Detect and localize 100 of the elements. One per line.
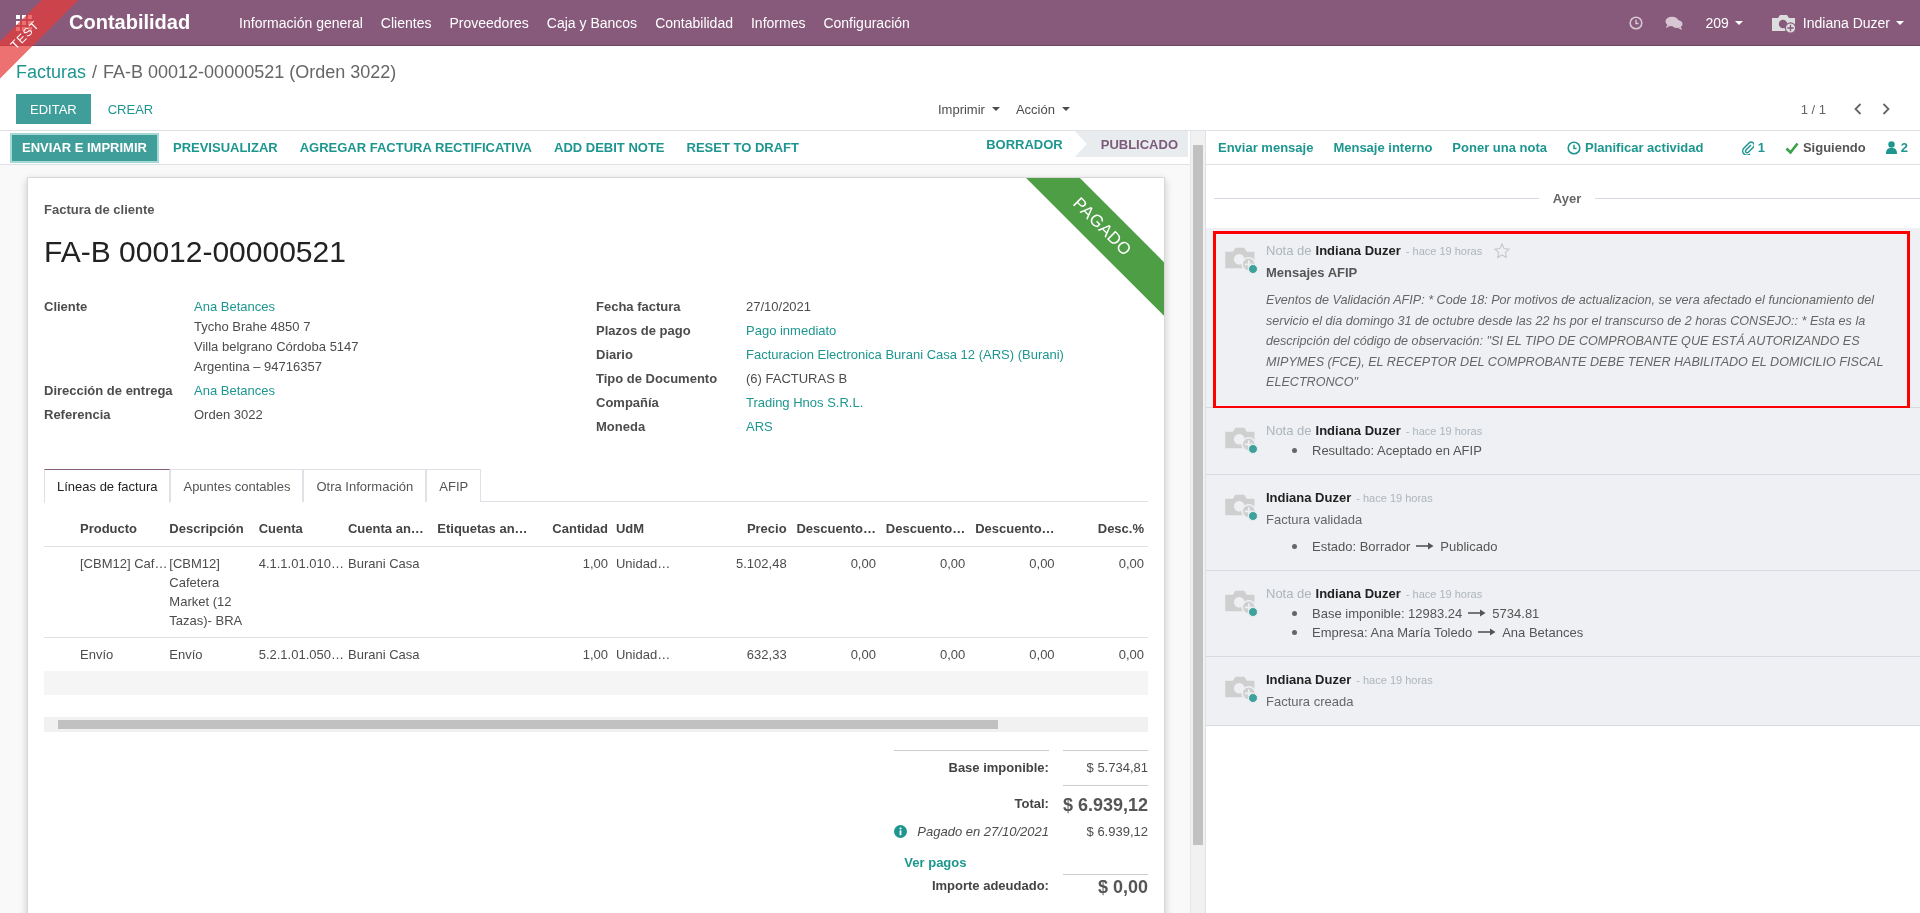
menu-item[interactable]: Contabilidad bbox=[646, 14, 742, 31]
field-link[interactable]: ARS bbox=[746, 419, 773, 434]
link-button[interactable]: RESET TO DRAFT bbox=[676, 134, 809, 161]
menu-item[interactable]: Información general bbox=[230, 14, 372, 31]
activity-clock-icon[interactable] bbox=[1629, 15, 1644, 30]
table-cell: [CBM12] Cafetera Market (12 Tazas)- BRA bbox=[169, 555, 243, 628]
table-cell: Envío bbox=[80, 646, 114, 662]
field-value: 27/10/2021 bbox=[746, 299, 812, 314]
next-icon[interactable] bbox=[1882, 103, 1890, 115]
chatter-button[interactable]: Enviar mensaje bbox=[1218, 140, 1314, 155]
table-cell: Unidad… bbox=[615, 555, 671, 571]
status-step[interactable]: PUBLICADO bbox=[1074, 131, 1188, 157]
tab[interactable]: Apuntes contables bbox=[170, 469, 304, 502]
bullet-icon bbox=[1292, 447, 1297, 453]
field-value: (6) FACTURAS B bbox=[746, 371, 848, 386]
total-value: $ 5.734,81 bbox=[1062, 749, 1148, 775]
message-subject: Mensajes AFIP bbox=[1266, 264, 1359, 282]
field-link[interactable]: Facturacion Electronica Burani Casa 12 (ARS) (Burani) bbox=[746, 347, 1064, 362]
user-icon bbox=[1885, 141, 1897, 154]
field-label: Dirección de entrega bbox=[44, 382, 174, 400]
column-header[interactable]: Producto bbox=[76, 512, 166, 546]
status-step[interactable]: BORRADOR bbox=[976, 131, 1073, 157]
link-button[interactable]: AGREGAR FACTURA RECTIFICATIVA bbox=[289, 134, 542, 161]
table-cell: 0,00 bbox=[939, 555, 966, 571]
column-header[interactable]: Cuenta bbox=[254, 512, 344, 546]
column-header[interactable]: Descuento… bbox=[790, 512, 880, 546]
schedule-activity-button[interactable]: Planificar actividad bbox=[1567, 140, 1704, 155]
menu-item[interactable]: Proveedores bbox=[440, 14, 538, 31]
message-body: Factura validada bbox=[1266, 510, 1364, 529]
company-dropdown[interactable]: 209 bbox=[1705, 14, 1743, 31]
previous-icon[interactable] bbox=[1854, 103, 1862, 115]
change-text: Estado: Borrador bbox=[1312, 537, 1411, 556]
table-cell: 5.102,48 bbox=[736, 555, 787, 571]
dropdown-button[interactable]: Acción bbox=[1007, 94, 1078, 124]
link-button[interactable]: PREVISUALIZAR bbox=[162, 134, 288, 161]
author-name: Indiana Duzer bbox=[1315, 584, 1401, 603]
menu-item[interactable]: Caja y Bancos bbox=[537, 14, 647, 31]
breadcrumb-current: FA-B 00012-00000521 (Orden 3022) bbox=[103, 61, 397, 83]
bullet-icon bbox=[1292, 629, 1297, 635]
table-cell: 5.2.1.01.050… bbox=[258, 646, 344, 662]
table-cell: 0,00 bbox=[1118, 646, 1144, 662]
menu-item[interactable]: Configuración bbox=[814, 14, 919, 31]
column-header[interactable]: Desc.% bbox=[1058, 512, 1148, 546]
total-label: Importe adeudado: bbox=[930, 878, 1049, 893]
column-header[interactable]: Descuento… bbox=[969, 512, 1059, 546]
column-header[interactable]: Cuenta an… bbox=[344, 512, 434, 546]
caret-icon bbox=[991, 107, 1000, 111]
menu-item[interactable]: Informes bbox=[741, 14, 815, 31]
followers-button[interactable]: 2 bbox=[1885, 140, 1908, 155]
chat-icon[interactable] bbox=[1665, 15, 1684, 30]
link-button[interactable]: ADD DEBIT NOTE bbox=[544, 134, 675, 161]
message-body: Eventos de Validación AFIP: * Code 18: Por motivos de actualizacion, se vera afectado el funcionamiento del servicio el dia domingo 31 de octubre desde las 22 hs por el transcurso de 2 horas CONSEJO:: * Esta es la descripción del código de observación: "SI EL TIPO DE COMPROBANTE QUE ESTÁ AUTORIZANDO ES MIPYMES (FCE), EL RECEPTOR DEL COMPROBANTE DEBE TENER HABILITADO EL DOMICILIO FISCAL ELECTRONCO" bbox=[1266, 292, 1885, 391]
field-label: Cliente bbox=[44, 298, 89, 316]
dropdown-button[interactable]: Imprimir bbox=[930, 94, 1008, 124]
field-label: Plazos de pago bbox=[596, 322, 692, 340]
view-payments-link[interactable]: Ver pagos bbox=[894, 846, 967, 874]
author-name: Indiana Duzer bbox=[1315, 421, 1401, 440]
follow-button[interactable]: Siguiendo bbox=[1784, 140, 1866, 155]
attachments-button[interactable]: 1 bbox=[1741, 140, 1765, 155]
horizontal-scrollbar[interactable] bbox=[44, 716, 1148, 732]
message-time: - hace 19 horas bbox=[1405, 423, 1483, 439]
field-label: Moneda bbox=[596, 418, 647, 436]
arrow-icon bbox=[1478, 628, 1497, 636]
edit-button[interactable]: EDITAR bbox=[16, 94, 91, 124]
field-label: Fecha factura bbox=[596, 298, 682, 316]
field-link[interactable]: Trading Hnos S.R.L. bbox=[746, 395, 864, 410]
pager: 1 / 1 bbox=[1800, 101, 1826, 117]
column-header[interactable]: Precio bbox=[701, 512, 791, 546]
bullet-icon bbox=[1292, 610, 1297, 616]
column-header[interactable]: Descuento… bbox=[879, 512, 970, 546]
tab[interactable]: Líneas de factura bbox=[44, 469, 171, 503]
chatter-button[interactable]: Poner una nota bbox=[1452, 140, 1547, 155]
paperclip-icon bbox=[1741, 140, 1754, 155]
table-cell: 632,33 bbox=[746, 646, 787, 662]
table-cell: 1,00 bbox=[582, 646, 608, 662]
star-icon[interactable] bbox=[1494, 243, 1511, 259]
payment-amount: $ 6.939,12 bbox=[1085, 823, 1148, 839]
column-header[interactable]: Descripción bbox=[165, 512, 255, 546]
field-link[interactable]: Ana Betances bbox=[194, 299, 275, 314]
note-label: Nota de bbox=[1266, 242, 1312, 260]
info-icon bbox=[894, 824, 908, 838]
user-menu[interactable]: Indiana Duzer bbox=[1770, 11, 1904, 34]
column-header[interactable]: UdM bbox=[611, 512, 702, 546]
create-button[interactable]: CREAR bbox=[93, 94, 168, 124]
app-title: Contabilidad bbox=[69, 11, 191, 34]
table-cell: [CBM12] Caf… bbox=[80, 555, 168, 571]
breadcrumb-link[interactable]: Facturas bbox=[16, 61, 87, 83]
vertical-scrollbar[interactable] bbox=[1190, 131, 1205, 913]
total-value: $ 0,00 bbox=[1062, 873, 1148, 898]
menu-item[interactable]: Clientes bbox=[371, 14, 441, 31]
field-label: Diario bbox=[596, 346, 634, 364]
tab[interactable]: Otra Información bbox=[303, 469, 427, 502]
note-label: Nota de bbox=[1266, 584, 1312, 603]
primary-button[interactable]: ENVIAR E IMPRIMIR bbox=[12, 134, 157, 161]
field-link[interactable]: Ana Betances bbox=[194, 383, 275, 398]
chatter-button[interactable]: Mensaje interno bbox=[1333, 140, 1433, 155]
field-link[interactable]: Pago inmediato bbox=[746, 323, 837, 338]
total-label: Base imponible: bbox=[894, 749, 1049, 775]
arrow-icon bbox=[1468, 609, 1487, 617]
tab[interactable]: AFIP bbox=[426, 469, 482, 502]
